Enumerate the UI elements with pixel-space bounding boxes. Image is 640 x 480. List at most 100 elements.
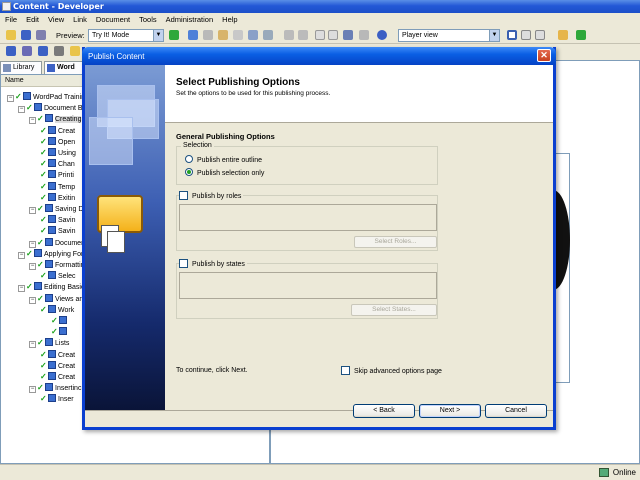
tree-item[interactable]: − ✓ Document Ba: [18, 103, 86, 114]
tree-item[interactable]: − ✓ Editing Basic: [18, 282, 84, 293]
tree-item[interactable]: ✓: [51, 316, 69, 327]
publish-by-states-option[interactable]: Publish by states: [179, 259, 247, 269]
skip-advanced-checkbox[interactable]: [341, 366, 350, 375]
chevron-down-icon[interactable]: ▼: [489, 30, 499, 41]
tree-item[interactable]: ✓ Selec: [40, 271, 76, 282]
collapse-icon[interactable]: −: [29, 117, 36, 125]
chevron-down-icon[interactable]: ▼: [153, 30, 163, 41]
refresh-icon[interactable]: [576, 30, 586, 40]
collapse-icon[interactable]: −: [18, 106, 25, 114]
publish-by-roles-checkbox[interactable]: [179, 191, 188, 200]
select-states-button[interactable]: Select States...: [351, 304, 437, 316]
tree-item[interactable]: ✓ Work: [40, 304, 74, 316]
collapse-icon[interactable]: −: [29, 386, 36, 394]
publish-entire-outline-radio[interactable]: [185, 155, 193, 163]
tree-item[interactable]: ✓ Inser: [40, 394, 74, 405]
binoculars-icon[interactable]: [359, 30, 369, 40]
menu-link[interactable]: Link: [68, 13, 91, 24]
dialog-title-bar[interactable]: Publish Content ✕: [82, 47, 556, 65]
tree-item[interactable]: − ✓ Applying For: [18, 248, 83, 260]
back-button[interactable]: < Back: [353, 404, 415, 418]
tree-item[interactable]: − ✓ Formattir: [29, 260, 83, 271]
topic-icon[interactable]: [54, 46, 64, 56]
publish-entire-outline-option[interactable]: Publish entire outline: [185, 155, 262, 165]
preview-mode-select[interactable]: Try It! Mode ▼: [88, 29, 164, 42]
collapse-icon[interactable]: −: [18, 285, 25, 293]
menu-help[interactable]: Help: [217, 13, 241, 24]
collapse-icon[interactable]: −: [7, 95, 14, 102]
paste-icon[interactable]: [218, 30, 228, 40]
menu-document[interactable]: Document: [91, 13, 134, 24]
menu-view[interactable]: View: [43, 13, 68, 24]
undo-icon[interactable]: [284, 30, 294, 40]
tree-item[interactable]: − ✓ Documen: [29, 237, 85, 249]
cut-icon[interactable]: [188, 30, 198, 40]
close-icon[interactable]: ✕: [537, 49, 551, 62]
properties-icon[interactable]: [248, 30, 258, 40]
tree-item[interactable]: − ✓ Views an: [29, 293, 83, 305]
tree-item[interactable]: − ✓ WordPad Training: [7, 92, 89, 103]
tree-item[interactable]: ✓ Creat: [40, 360, 75, 372]
app-title-bar[interactable]: Content - Developer: [0, 0, 640, 13]
split-view-icon[interactable]: [535, 30, 545, 40]
topic-icon: [45, 204, 53, 212]
collapse-icon[interactable]: −: [29, 207, 36, 214]
tree-item[interactable]: ✓ Printi: [40, 170, 74, 181]
tree-item[interactable]: ✓ Savin: [40, 215, 76, 226]
tree-item[interactable]: − ✓ Creating: [29, 114, 82, 125]
copy-icon[interactable]: [203, 30, 213, 40]
section-icon[interactable]: [38, 46, 48, 56]
collapse-icon[interactable]: −: [18, 251, 25, 259]
tree-item[interactable]: ✓ Temp: [40, 181, 75, 193]
help-icon[interactable]: [377, 30, 387, 40]
next-button[interactable]: Next >: [419, 404, 481, 418]
new-doc-icon[interactable]: [6, 46, 16, 56]
layout-alt-icon[interactable]: [521, 30, 531, 40]
collapse-icon[interactable]: −: [29, 296, 36, 304]
publish-selection-only-radio[interactable]: [185, 168, 193, 176]
tab-library[interactable]: Library: [0, 61, 42, 74]
collapse-icon[interactable]: −: [29, 263, 36, 270]
publish-selection-only-option[interactable]: Publish selection only: [185, 168, 264, 178]
print-icon[interactable]: [36, 30, 46, 40]
tree-item[interactable]: ✓ Chan: [40, 159, 75, 170]
menu-edit[interactable]: Edit: [21, 13, 43, 24]
collapse-icon[interactable]: −: [29, 240, 36, 248]
tree-item[interactable]: ✓: [51, 327, 69, 338]
outdent-icon[interactable]: [315, 30, 325, 40]
collapse-icon[interactable]: −: [29, 341, 36, 349]
find-icon[interactable]: [263, 30, 273, 40]
preview-mode-value: Try It! Mode: [92, 32, 130, 39]
tree-item[interactable]: − ✓ Insertinc: [29, 383, 81, 394]
tree-item[interactable]: ✓ Savin: [40, 226, 76, 237]
skip-advanced-option[interactable]: Skip advanced options page: [341, 366, 442, 376]
tree-item[interactable]: ✓ Exitin: [40, 192, 75, 204]
tree-item[interactable]: ✓ Open: [40, 136, 75, 148]
tree-item[interactable]: − ✓ Saving D: [29, 204, 83, 215]
spell-check-icon[interactable]: [343, 30, 353, 40]
redo-icon[interactable]: [298, 30, 308, 40]
play-icon[interactable]: [169, 30, 179, 40]
select-roles-button[interactable]: Select Roles...: [354, 236, 437, 248]
save-icon[interactable]: [21, 30, 31, 40]
tree-item[interactable]: − ✓ Lists: [29, 338, 69, 349]
folder-icon[interactable]: [558, 30, 568, 40]
player-view-select[interactable]: Player view ▼: [398, 29, 500, 42]
menu-file[interactable]: File: [0, 13, 21, 24]
package-icon[interactable]: [70, 46, 80, 56]
tree-item[interactable]: ✓ Creat: [40, 349, 75, 361]
tree-item[interactable]: ✓ Creat: [40, 372, 75, 383]
delete-icon[interactable]: [233, 30, 243, 40]
layout-icon[interactable]: [507, 30, 517, 40]
topic-icon: [45, 114, 53, 123]
publish-by-states-checkbox[interactable]: [179, 259, 188, 268]
menu-tools[interactable]: Tools: [134, 13, 161, 24]
tree-item[interactable]: ✓ Using: [40, 148, 76, 159]
publish-by-roles-option[interactable]: Publish by roles: [179, 191, 244, 201]
indent-icon[interactable]: [328, 30, 338, 40]
cancel-button[interactable]: Cancel: [485, 404, 547, 418]
open-icon[interactable]: [6, 30, 16, 40]
menu-administration[interactable]: Administration: [161, 13, 218, 24]
tree-item[interactable]: ✓ Creat: [40, 125, 75, 137]
module-icon[interactable]: [22, 46, 32, 56]
